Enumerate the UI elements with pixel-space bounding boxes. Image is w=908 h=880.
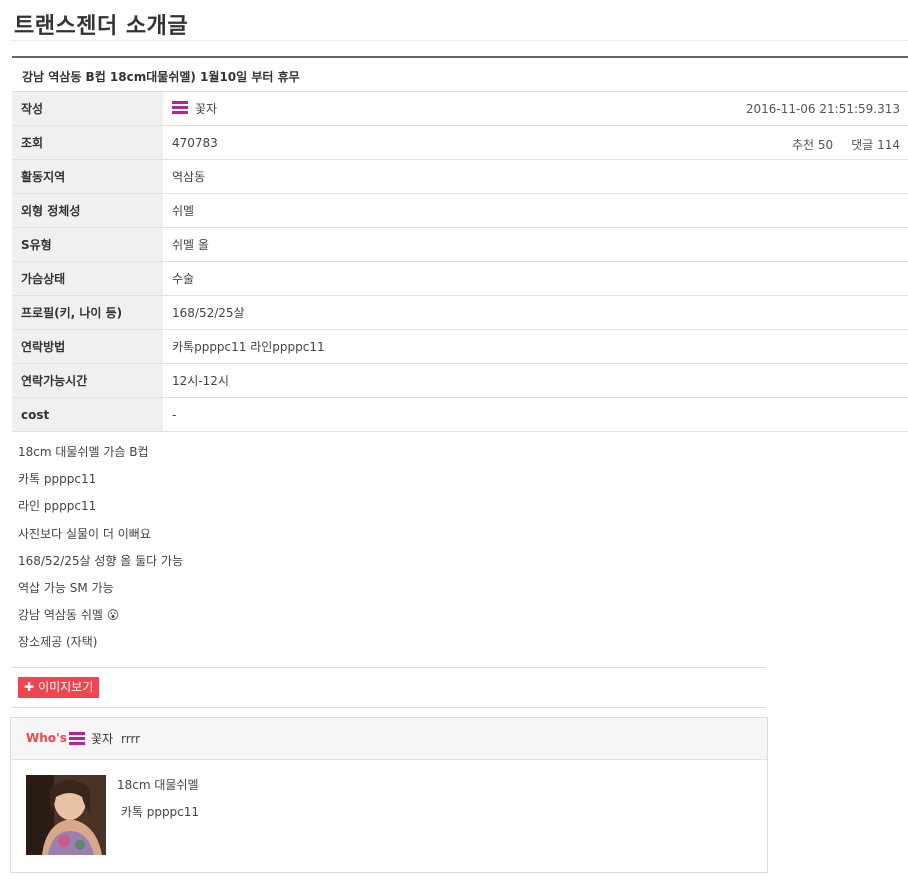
content-line: 168/52/25살 성향 올 둘다 가능 <box>18 553 184 568</box>
author-cell: 꽃자 2016-11-06 21:51:59.313 <box>163 92 908 126</box>
info-value: 쉬멜 <box>163 193 908 228</box>
whos-box: Who's 꽃자 rrrr 18cm 대물쉬멜 카톡 ppppc11 <box>10 717 768 873</box>
recommend-count: 추천 50 <box>792 138 834 152</box>
title-divider <box>12 40 908 41</box>
info-label: 프로필(키, 나이 등) <box>12 295 163 330</box>
info-row-views: 조회 470783 추천 50 댓글 114 <box>12 125 908 160</box>
whos-extra: rrrr <box>121 732 141 746</box>
post-stats: 추천 50 댓글 114 <box>774 136 900 153</box>
info-label: 연락가능시간 <box>12 363 163 398</box>
info-value: 역삼동 <box>163 159 908 194</box>
info-row: cost - <box>12 397 908 432</box>
info-label: 연락방법 <box>12 329 163 364</box>
view-images-button[interactable]: ✚ 이미지보기 <box>18 677 100 698</box>
info-value: 168/52/25살 <box>163 295 908 330</box>
info-label: S유형 <box>12 227 163 262</box>
info-label: cost <box>12 397 163 432</box>
content-line: 카톡 ppppc11 <box>18 472 97 487</box>
content-line: 역삽 가능 SM 가능 <box>18 580 114 595</box>
views-count: 470783 <box>172 135 218 150</box>
info-value: 수술 <box>163 261 908 296</box>
comment-count: 댓글 114 <box>851 138 900 152</box>
info-value: - <box>163 397 908 432</box>
post-subject-bar: 강남 역삼동 B컵 18cm대물쉬멜) 1월10일 부터 휴무 <box>12 58 908 92</box>
content-line: 강남 역삼동 쉬멜 😮 <box>18 608 120 623</box>
info-row: 프로필(키, 나이 등) 168/52/25살 <box>12 295 908 330</box>
info-value: 쉬멜 올 <box>163 227 908 262</box>
content-divider <box>12 667 766 668</box>
avatar-photo-icon <box>26 775 106 855</box>
content-line: 사진보다 실물이 더 이뻐요 <box>18 526 151 541</box>
button-divider <box>12 707 766 708</box>
info-row: 연락가능시간 12시-12시 <box>12 363 908 398</box>
info-label: 활동지역 <box>12 159 163 194</box>
info-value: 12시-12시 <box>163 363 908 398</box>
info-row: 활동지역 역삼동 <box>12 159 908 194</box>
avatar <box>26 775 106 855</box>
view-images-label: 이미지보기 <box>38 680 94 694</box>
member-level-icon <box>69 732 85 746</box>
whos-intro: 18cm 대물쉬멜 카톡 ppppc11 <box>117 776 199 830</box>
whos-label: Who's <box>26 731 67 745</box>
views-label: 조회 <box>12 125 163 160</box>
content-line: 18cm 대물쉬멜 가슴 B컵 <box>18 445 149 459</box>
views-cell: 470783 추천 50 댓글 114 <box>163 125 908 160</box>
info-row: S유형 쉬멜 올 <box>12 227 908 262</box>
post-subject: 강남 역삼동 B컵 18cm대물쉬멜) 1월10일 부터 휴무 <box>22 70 300 84</box>
author-label: 작성 <box>12 92 163 126</box>
whos-line: 카톡 ppppc11 <box>117 805 200 819</box>
page-title: 트랜스젠더 소개글 <box>14 14 189 39</box>
whos-header: Who's 꽃자 rrrr <box>11 718 767 760</box>
info-label: 가슴상태 <box>12 261 163 296</box>
info-row: 외형 정체성 쉬멜 <box>12 193 908 228</box>
post-datetime: 2016-11-06 21:51:59.313 <box>745 102 900 116</box>
content-line: 라인 ppppc11 <box>18 499 97 514</box>
member-level-icon <box>172 101 188 115</box>
content-line: 장소제공 (자택) <box>18 635 98 650</box>
info-row: 가슴상태 수술 <box>12 261 908 296</box>
author-name[interactable]: 꽃자 <box>195 102 217 116</box>
whos-nick[interactable]: 꽃자 <box>91 730 113 747</box>
info-row-author: 작성 꽃자 2016-11-06 21:51:59.313 <box>12 92 908 126</box>
info-label: 외형 정체성 <box>12 193 163 228</box>
whos-line: 18cm 대물쉬멜 <box>117 778 199 792</box>
info-row: 연락방법 카톡ppppc11 라인ppppc11 <box>12 329 908 364</box>
post-info-table: 작성 꽃자 2016-11-06 21:51:59.313 조회 470783 … <box>12 92 908 432</box>
plus-icon: ✚ <box>24 680 35 694</box>
info-value: 카톡ppppc11 라인ppppc11 <box>163 329 908 364</box>
post-content: 18cm 대물쉬멜 가슴 B컵 카톡 ppppc11 라인 ppppc11 사진… <box>18 443 758 661</box>
